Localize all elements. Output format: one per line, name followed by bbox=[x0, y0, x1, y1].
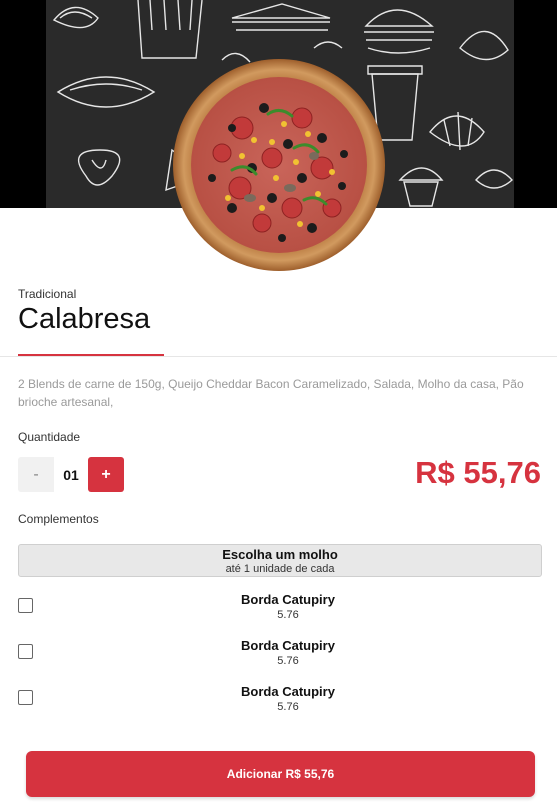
quantity-label: Quantidade bbox=[18, 430, 81, 444]
complement-group-title: Escolha um molho bbox=[222, 547, 338, 562]
product-category: Tradicional bbox=[18, 287, 77, 301]
complement-option-price: 5.76 bbox=[277, 655, 299, 667]
pizza-image bbox=[172, 58, 386, 272]
product-title: Calabresa bbox=[18, 303, 151, 335]
complement-option: Borda Catupiry 5.76 bbox=[18, 592, 542, 632]
add-to-cart-button[interactable]: Adicionar R$ 55,76 bbox=[26, 751, 535, 797]
complement-option-price: 5.76 bbox=[277, 701, 299, 713]
increase-quantity-button[interactable]: + bbox=[88, 457, 124, 492]
product-description: 2 Blends de carne de 150g, Queijo Chedda… bbox=[18, 377, 524, 409]
product-price: R$ 55,76 bbox=[415, 455, 541, 490]
complement-option-name: Borda Catupiry bbox=[241, 684, 335, 699]
complement-group-subtitle: até 1 unidade de cada bbox=[225, 563, 335, 575]
quantity-stepper: - 01 + bbox=[18, 457, 124, 492]
decrease-quantity-button[interactable]: - bbox=[18, 457, 54, 492]
complement-option-name: Borda Catupiry bbox=[241, 638, 335, 653]
complements-label: Complementos bbox=[18, 512, 99, 526]
complement-option-price: 5.76 bbox=[277, 609, 299, 621]
section-divider bbox=[0, 356, 557, 357]
quantity-value: 01 bbox=[54, 457, 88, 492]
complement-group-header: Escolha um molho até 1 unidade de cada bbox=[18, 544, 542, 577]
complement-option: Borda Catupiry 5.76 bbox=[18, 684, 542, 724]
complement-option: Borda Catupiry 5.76 bbox=[18, 638, 542, 678]
complement-option-name: Borda Catupiry bbox=[241, 592, 335, 607]
